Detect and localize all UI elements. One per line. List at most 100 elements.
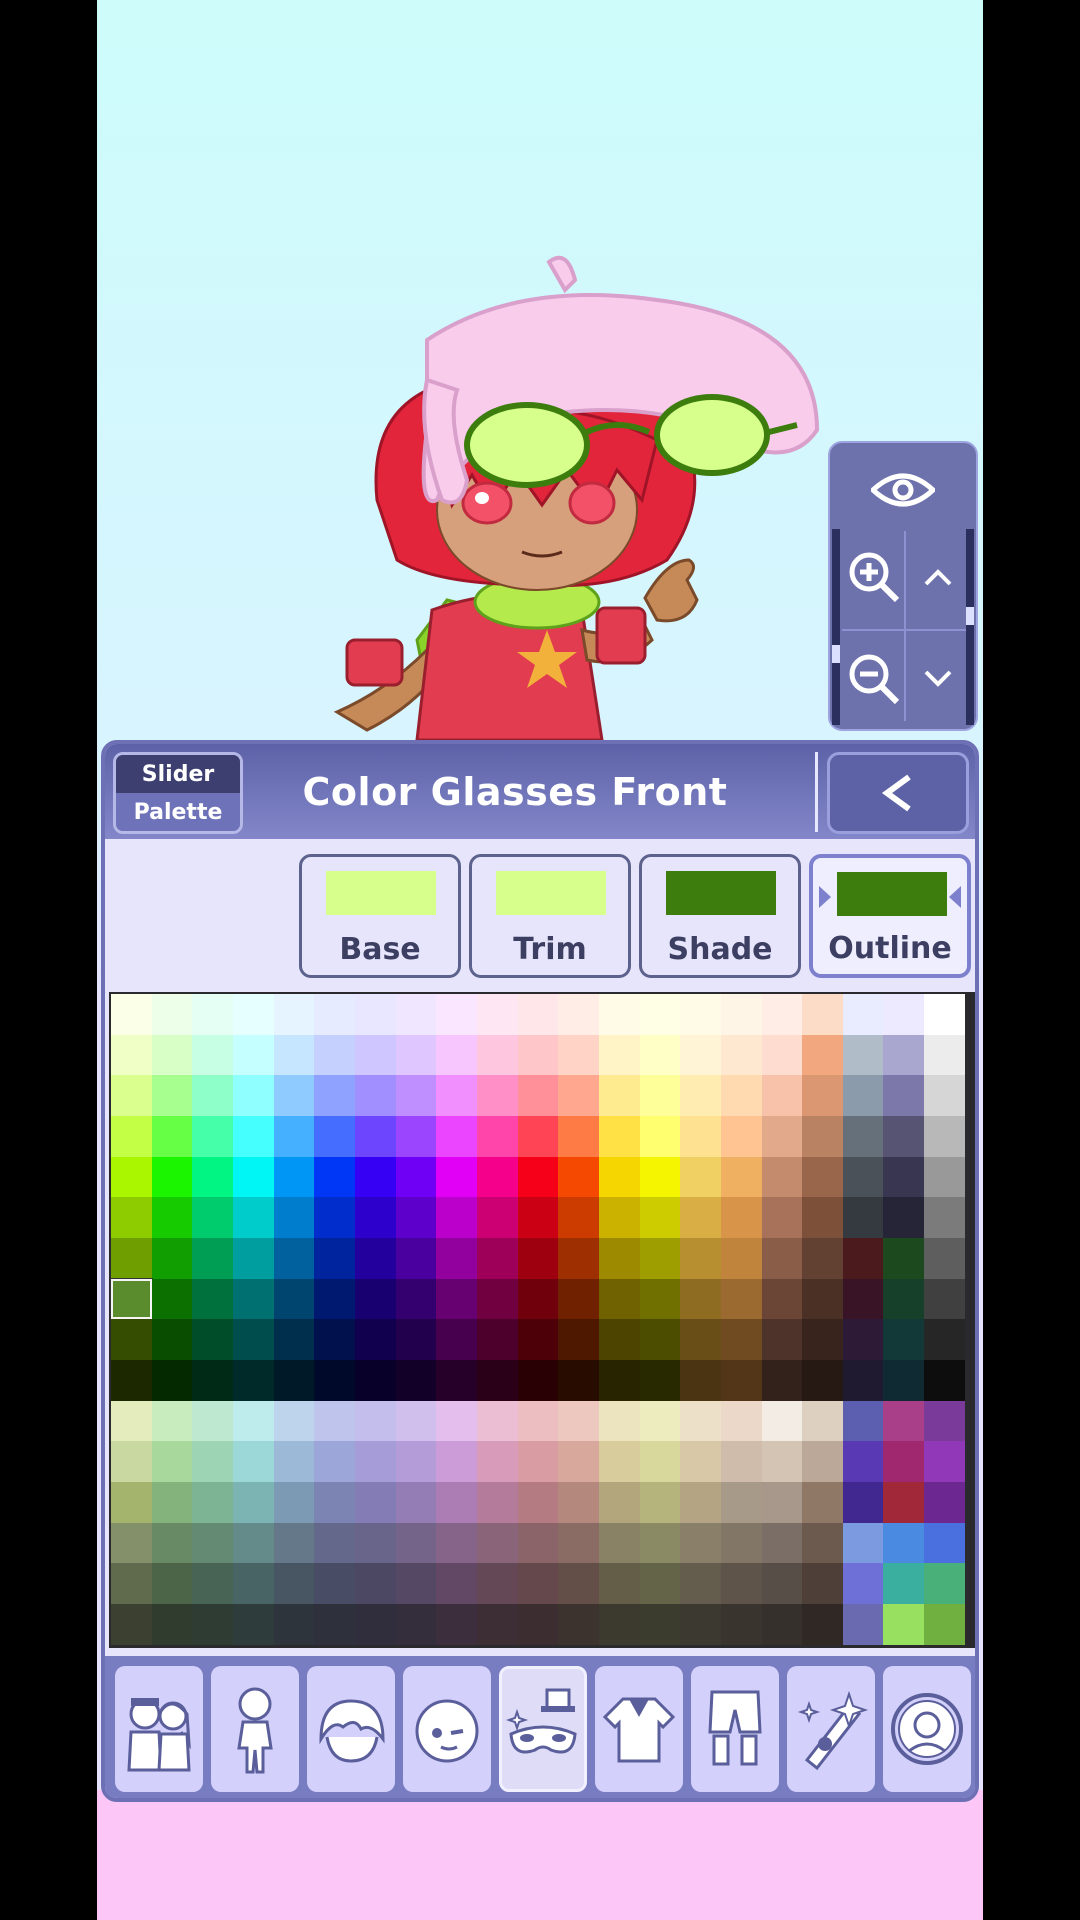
color-cell[interactable] [517, 994, 559, 1035]
color-cell[interactable] [761, 1481, 803, 1523]
color-cell[interactable] [354, 1359, 396, 1401]
color-cell[interactable] [802, 1481, 843, 1523]
color-cell[interactable] [924, 1441, 965, 1482]
color-cell[interactable] [314, 994, 355, 1035]
color-cell[interactable] [517, 1115, 559, 1157]
color-cell[interactable] [883, 1603, 925, 1645]
color-cell[interactable] [273, 1278, 315, 1320]
color-cell[interactable] [517, 1319, 559, 1360]
color-cell[interactable] [924, 1197, 965, 1238]
color-cell[interactable] [802, 1359, 843, 1401]
palette-mode-button[interactable]: Palette [116, 793, 240, 831]
color-cell[interactable] [436, 1075, 477, 1116]
color-cell[interactable] [720, 1075, 762, 1116]
color-cell[interactable] [354, 1441, 396, 1482]
color-cell[interactable] [192, 1359, 233, 1401]
color-cell[interactable] [517, 1563, 559, 1604]
color-cell[interactable] [883, 994, 925, 1035]
color-cell[interactable] [476, 1441, 518, 1482]
color-cell[interactable] [639, 1563, 681, 1604]
color-cell[interactable] [232, 1400, 274, 1442]
color-cell[interactable] [639, 1156, 681, 1198]
color-cell[interactable] [842, 1115, 884, 1157]
color-cell[interactable] [151, 1563, 193, 1604]
color-cell[interactable] [151, 1237, 193, 1279]
color-cell[interactable] [639, 1522, 681, 1564]
color-cell[interactable] [151, 1156, 193, 1198]
color-cell[interactable] [232, 1359, 274, 1401]
color-cell[interactable] [680, 1481, 721, 1523]
color-cell[interactable] [436, 1359, 477, 1401]
color-cell[interactable] [842, 1441, 884, 1482]
color-cell[interactable] [273, 1563, 315, 1604]
color-cell[interactable] [354, 1115, 396, 1157]
color-cell[interactable] [842, 1237, 884, 1279]
color-cell[interactable] [517, 1197, 559, 1238]
color-cell[interactable] [314, 1603, 355, 1645]
color-cell[interactable] [558, 1522, 599, 1564]
back-button[interactable] [827, 752, 969, 834]
color-cell[interactable] [720, 1359, 762, 1401]
color-cell[interactable] [395, 1197, 437, 1238]
color-cell[interactable] [517, 1603, 559, 1645]
color-cell[interactable] [436, 1319, 477, 1360]
color-cell[interactable] [395, 1603, 437, 1645]
color-cell[interactable] [558, 1075, 599, 1116]
color-cell[interactable] [476, 1156, 518, 1198]
chevron-down-icon[interactable] [912, 645, 964, 713]
color-cell[interactable] [761, 1115, 803, 1157]
color-cell[interactable] [720, 1563, 762, 1604]
color-cell[interactable] [517, 1075, 559, 1116]
color-cell[interactable] [883, 1197, 925, 1238]
color-cell[interactable] [558, 1237, 599, 1279]
color-cell[interactable] [354, 1319, 396, 1360]
color-cell[interactable] [111, 1359, 152, 1401]
color-cell[interactable] [517, 1400, 559, 1442]
color-cell[interactable] [273, 1319, 315, 1360]
zoom-out-icon[interactable] [840, 645, 908, 713]
color-cell[interactable] [842, 1359, 884, 1401]
color-cell[interactable] [598, 1359, 640, 1401]
color-cell[interactable] [761, 1603, 803, 1645]
color-cell[interactable] [924, 1563, 965, 1604]
color-cell[interactable] [720, 1197, 762, 1238]
color-cell[interactable] [476, 1603, 518, 1645]
color-cell[interactable] [924, 1400, 965, 1442]
color-cell[interactable] [151, 1359, 193, 1401]
color-cell[interactable] [232, 1237, 274, 1279]
color-cell[interactable] [639, 1319, 681, 1360]
category-face[interactable] [403, 1666, 491, 1792]
color-cell[interactable] [395, 1278, 437, 1320]
color-cell[interactable] [192, 1563, 233, 1604]
color-cell[interactable] [680, 994, 721, 1035]
color-cell[interactable] [192, 1319, 233, 1360]
color-cell[interactable] [517, 1441, 559, 1482]
color-cell[interactable] [558, 1278, 599, 1320]
color-cell[interactable] [639, 994, 681, 1035]
color-cell[interactable] [192, 1278, 233, 1320]
color-cell[interactable] [720, 1319, 762, 1360]
color-cell[interactable] [232, 1278, 274, 1320]
color-cell[interactable] [111, 1115, 152, 1157]
color-cell[interactable] [883, 1237, 925, 1279]
color-cell[interactable] [151, 1400, 193, 1442]
color-cell[interactable] [558, 1400, 599, 1442]
color-cell[interactable] [761, 1400, 803, 1442]
color-cell[interactable] [720, 1278, 762, 1320]
color-cell[interactable] [761, 1359, 803, 1401]
color-cell[interactable] [273, 1034, 315, 1076]
color-cell[interactable] [476, 1034, 518, 1076]
color-cell[interactable] [842, 1034, 884, 1076]
color-cell[interactable] [354, 1278, 396, 1320]
color-cell[interactable] [273, 1359, 315, 1401]
color-cell[interactable] [436, 1603, 477, 1645]
color-cell[interactable] [192, 1034, 233, 1076]
layer-tab-base[interactable]: Base [299, 854, 461, 978]
color-cell[interactable] [883, 1359, 925, 1401]
color-cell[interactable] [273, 1237, 315, 1279]
color-cell[interactable] [883, 1115, 925, 1157]
color-cell[interactable] [354, 1522, 396, 1564]
color-cell[interactable] [111, 1156, 152, 1198]
color-cell[interactable] [273, 1481, 315, 1523]
color-cell[interactable] [354, 1603, 396, 1645]
